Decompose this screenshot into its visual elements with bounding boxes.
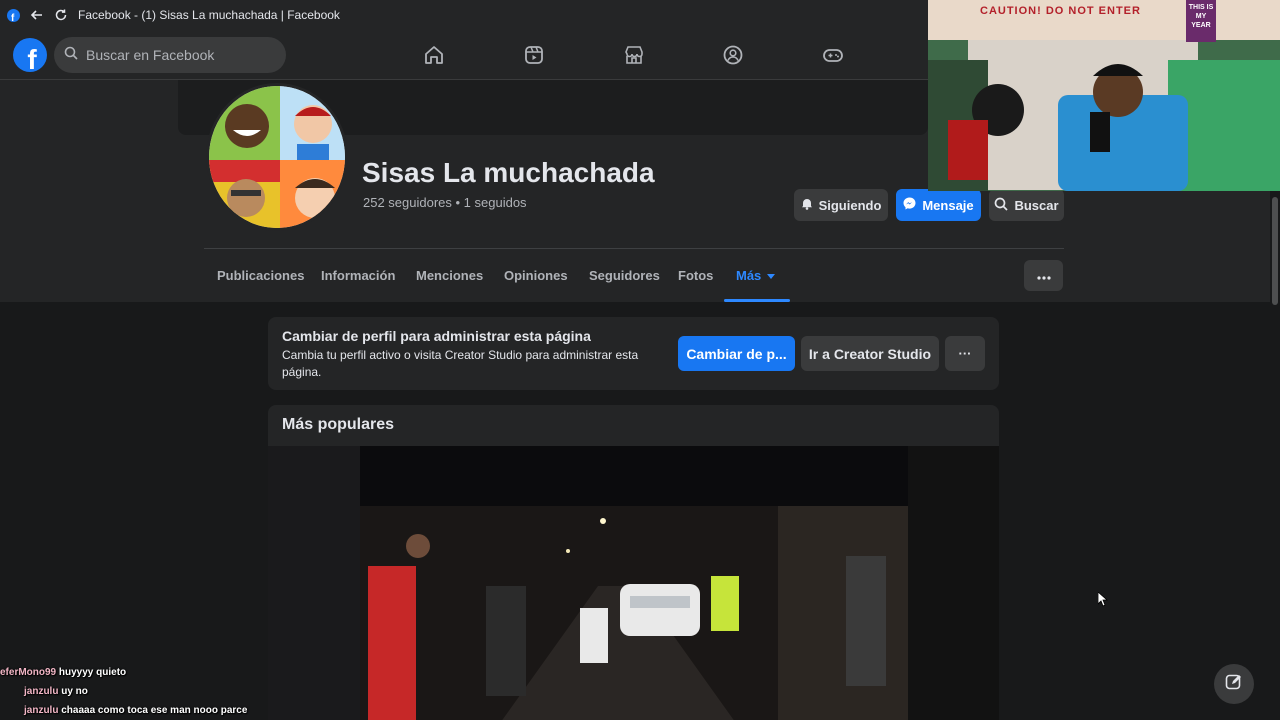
message-button[interactable]: Mensaje bbox=[896, 189, 981, 221]
tab-informacion[interactable]: Información bbox=[321, 268, 395, 283]
reels-icon[interactable] bbox=[522, 43, 546, 67]
tab-mas[interactable]: Más bbox=[736, 268, 776, 283]
following-label: Siguiendo bbox=[818, 197, 882, 213]
popular-video[interactable] bbox=[268, 446, 999, 720]
reload-icon[interactable] bbox=[54, 8, 68, 22]
search-box[interactable] bbox=[54, 37, 286, 73]
follower-stats[interactable]: 252 seguidores • 1 seguidos bbox=[363, 195, 527, 210]
scrollbar-thumb[interactable] bbox=[1272, 197, 1278, 305]
tab-fotos[interactable]: Fotos bbox=[678, 268, 713, 283]
creator-studio-button[interactable]: Ir a Creator Studio bbox=[801, 336, 939, 371]
caret-down-icon bbox=[767, 268, 776, 283]
webcam-sign-text: THIS IS MY YEAR bbox=[1188, 4, 1214, 29]
chat-text: uy no bbox=[61, 686, 88, 697]
search-label: Buscar bbox=[1014, 197, 1059, 213]
page-scrollbar[interactable] bbox=[1270, 191, 1280, 720]
switch-profile-card: Cambiar de perfil para administrar esta … bbox=[268, 317, 999, 390]
search-icon bbox=[64, 46, 78, 65]
search-input[interactable] bbox=[86, 47, 266, 63]
ellipsis-icon bbox=[1036, 268, 1051, 283]
chat-message: janzulu uy no bbox=[24, 686, 88, 697]
bell-icon bbox=[801, 197, 813, 213]
tab-publicaciones[interactable]: Publicaciones bbox=[217, 268, 304, 283]
home-icon[interactable] bbox=[422, 43, 446, 67]
more-options-button[interactable] bbox=[1024, 260, 1063, 291]
facebook-favicon-icon: f bbox=[6, 8, 20, 22]
following-button[interactable]: Siguiendo bbox=[794, 189, 888, 221]
profile-avatar[interactable] bbox=[206, 83, 348, 231]
new-message-button[interactable] bbox=[1214, 664, 1254, 704]
most-popular-title: Más populares bbox=[282, 416, 395, 433]
card-more-button[interactable]: ··· bbox=[945, 336, 985, 371]
magnifier-icon bbox=[994, 197, 1009, 214]
tab-seguidores[interactable]: Seguidores bbox=[589, 268, 660, 283]
streamer-webcam: CAUTION! DO NOT ENTER THIS IS MY YEAR bbox=[928, 0, 1280, 191]
switch-profile-title: Cambiar de perfil para administrar esta … bbox=[282, 328, 591, 344]
search-page-button[interactable]: Buscar bbox=[989, 189, 1064, 221]
active-tab-indicator bbox=[724, 299, 790, 302]
most-popular-section: Más populares bbox=[268, 405, 999, 720]
groups-icon[interactable] bbox=[721, 43, 745, 67]
switch-profile-button[interactable]: Cambiar de p... bbox=[678, 336, 795, 371]
messenger-icon bbox=[903, 197, 916, 213]
chat-username: eferMono99 bbox=[0, 667, 57, 678]
facebook-logo-icon[interactable]: f bbox=[13, 38, 47, 72]
header-divider bbox=[204, 248, 1064, 249]
tab-mas-label: Más bbox=[736, 268, 762, 283]
gaming-icon[interactable] bbox=[821, 43, 845, 67]
chat-username: janzulu bbox=[24, 705, 59, 716]
chat-message: janzulu chaaaa como toca ese man nooo pa… bbox=[24, 705, 247, 716]
switch-profile-description: Cambia tu perfil activo o visita Creator… bbox=[282, 348, 639, 379]
chat-text: huyyyy quieto bbox=[58, 667, 127, 678]
back-arrow-icon[interactable] bbox=[30, 8, 44, 22]
window-title: Facebook - (1) Sisas La muchachada | Fac… bbox=[78, 8, 340, 22]
marketplace-icon[interactable] bbox=[622, 43, 646, 67]
compose-icon bbox=[1225, 673, 1243, 696]
tab-opiniones[interactable]: Opiniones bbox=[504, 268, 568, 283]
chat-text: chaaaa como toca ese man nooo parce bbox=[61, 705, 248, 716]
chat-username: janzulu bbox=[24, 686, 59, 697]
message-label: Mensaje bbox=[922, 197, 974, 213]
webcam-banner-text: CAUTION! DO NOT ENTER bbox=[980, 5, 1141, 17]
mouse-cursor-icon bbox=[1097, 591, 1109, 612]
page-title: Sisas La muchachada bbox=[362, 157, 655, 188]
chat-message: eferMono99 huyyyy quieto bbox=[0, 667, 126, 678]
tab-menciones[interactable]: Menciones bbox=[416, 268, 483, 283]
